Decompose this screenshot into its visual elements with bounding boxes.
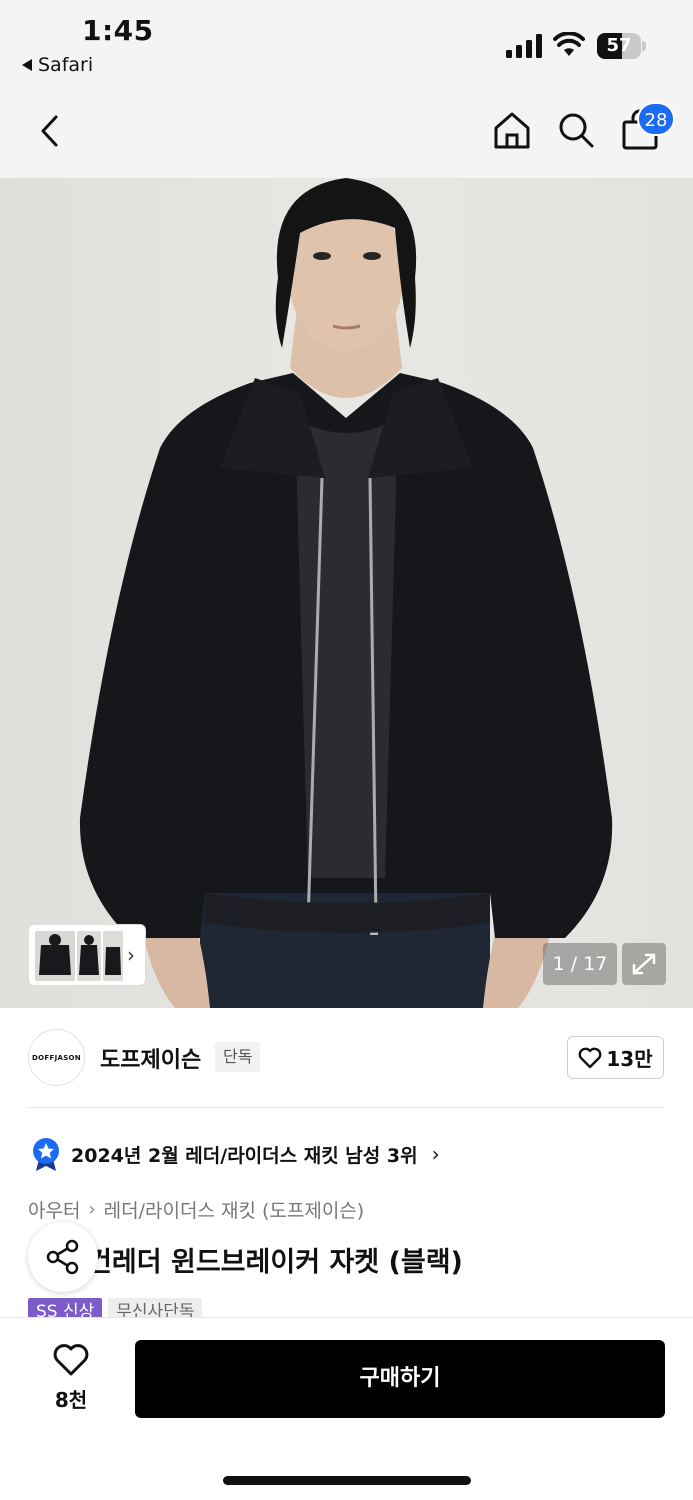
wishlist-count: 8천 (54, 1388, 88, 1412)
back-app-label: Safari (38, 54, 94, 76)
search-icon[interactable] (556, 110, 596, 150)
clock: 1:45 (82, 14, 154, 47)
cellular-signal-icon (506, 34, 542, 58)
share-icon (46, 1239, 79, 1275)
thumbnail-1[interactable] (35, 931, 75, 981)
breadcrumb-separator-icon: › (88, 1199, 96, 1220)
brand-like-count: 13만 (606, 1047, 653, 1071)
wishlist-button[interactable] (40, 1343, 102, 1381)
product-tags: SS 신상 무신사단독 (28, 1298, 203, 1318)
home-indicator (223, 1476, 471, 1485)
thumbnail-2[interactable] (77, 931, 101, 981)
cart-count-badge: 28 (637, 102, 675, 136)
tag-exclusive: 무신사단독 (108, 1298, 203, 1318)
breadcrumb-item[interactable]: 레더/라이더스 재킷 (도프제이슨) (104, 1196, 365, 1223)
ranking-text: 2024년 2월 레더/라이더스 재킷 남성 3위 (71, 1144, 418, 1167)
brand-logo[interactable]: DOFFJASON (28, 1029, 85, 1086)
share-button[interactable] (28, 1222, 98, 1292)
breadcrumb-item[interactable]: 아우터 (28, 1196, 80, 1223)
back-to-safari[interactable]: Safari (22, 54, 93, 76)
buy-button[interactable]: 구매하기 (135, 1340, 665, 1418)
home-icon[interactable] (492, 110, 532, 150)
brand-like-button[interactable]: 13만 (567, 1036, 664, 1079)
product-photo (79, 178, 613, 1008)
status-bar: 1:45 Safari 57 (0, 0, 693, 84)
product-image-gallery[interactable] (0, 178, 693, 1008)
brand-name[interactable]: 도프제이슨 (100, 1042, 201, 1074)
top-nav (0, 84, 693, 178)
divider (28, 1107, 665, 1108)
chevron-right-icon: › (127, 943, 135, 967)
medal-icon (33, 1138, 59, 1171)
image-counter: 1 / 17 (543, 943, 617, 985)
thumbnail-3[interactable] (103, 931, 123, 981)
thumbnail-strip[interactable]: › (28, 924, 146, 986)
heart-icon (53, 1344, 89, 1376)
ranking-link[interactable]: 2024년 2월 레더/라이더스 재킷 남성 3위 › (31, 1137, 440, 1171)
wifi-icon (553, 32, 585, 56)
tag-new-season: SS 신상 (28, 1298, 103, 1318)
battery-indicator: 57 (597, 33, 647, 59)
battery-level: 57 (606, 35, 632, 56)
heart-icon (578, 1047, 602, 1068)
exclusive-tag: 단독 (215, 1042, 261, 1072)
expand-icon[interactable] (622, 943, 666, 985)
back-triangle-icon (22, 59, 32, 71)
breadcrumb: 아우터 › 레더/라이더스 재킷 (도프제이슨) (28, 1196, 364, 1223)
chevron-right-icon: › (431, 1142, 440, 1166)
chevron-left-icon[interactable] (38, 114, 62, 148)
